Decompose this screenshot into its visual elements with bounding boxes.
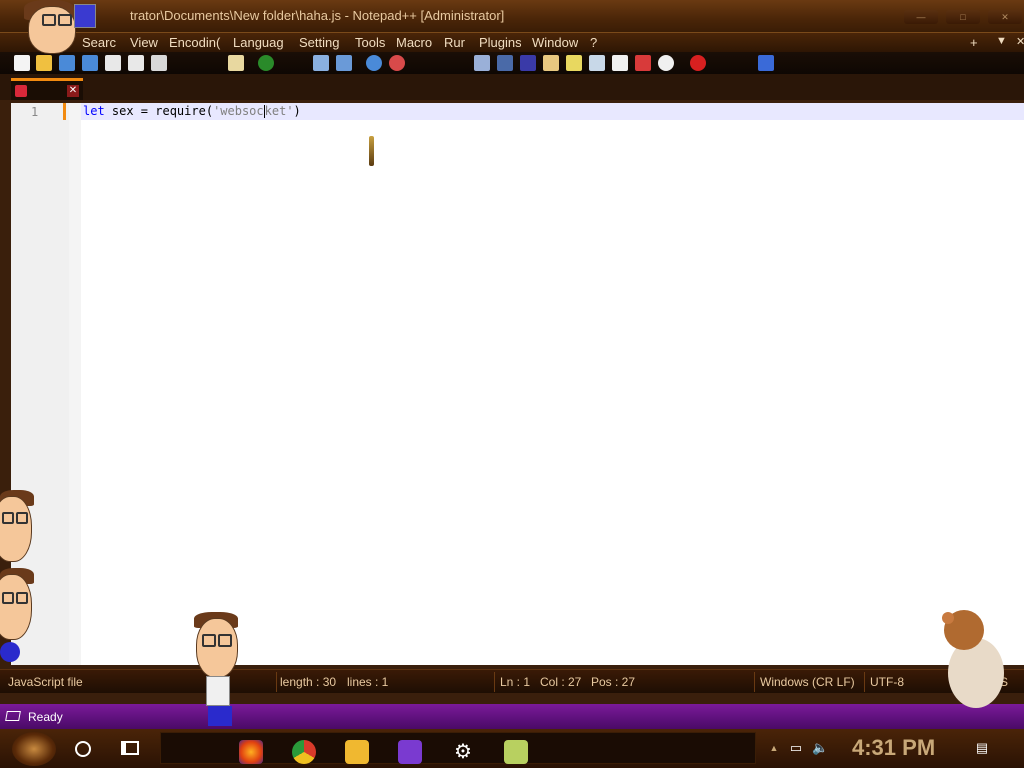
tab-strip: ✕ (0, 74, 1024, 100)
cartoon-character-left (0, 490, 38, 670)
settings-icon[interactable]: ⚙ (451, 740, 475, 764)
replace-icon[interactable] (336, 55, 352, 71)
tab-list-dropdown[interactable]: ▼ (996, 35, 1007, 47)
menu-language[interactable]: Languag (233, 35, 287, 50)
status-bar: JavaScript file length : 30 lines : 1 Ln… (0, 669, 1024, 693)
visual-studio-icon[interactable] (398, 740, 422, 764)
file-explorer-icon[interactable] (345, 740, 369, 764)
fold-margin[interactable] (69, 103, 81, 665)
menu-view[interactable]: View (130, 35, 160, 50)
new-file-icon[interactable] (14, 55, 30, 71)
unsaved-icon (15, 85, 27, 97)
status-divider (754, 672, 755, 692)
cortana-icon[interactable] (75, 741, 91, 757)
desktop: trator\Documents\New folder\haha.js - No… (0, 0, 1024, 768)
firefox-icon[interactable] (239, 740, 263, 764)
menu-encoding[interactable]: Encodin( (169, 35, 221, 50)
task-view-icon[interactable] (121, 741, 139, 755)
code-keyword: let (83, 104, 105, 118)
doc-map-icon[interactable] (566, 55, 582, 71)
change-marker (63, 103, 66, 120)
start-button[interactable] (12, 732, 56, 766)
menu-settings[interactable]: Setting (299, 35, 344, 50)
function-list-icon[interactable] (612, 55, 628, 71)
code-line[interactable]: let sex = require('websocket') (83, 104, 301, 118)
code-plain: sex = require( (104, 104, 214, 118)
code-plain-close: ) (293, 104, 301, 118)
close-tab-button[interactable]: ✕ (1016, 35, 1024, 48)
code-string-start: 'websoc (213, 104, 264, 118)
open-file-icon[interactable] (36, 55, 52, 71)
menu-tools[interactable]: Tools (355, 35, 385, 50)
menu-plugins[interactable]: Plugins (479, 35, 521, 50)
ready-icon (5, 711, 21, 721)
print-icon[interactable] (151, 55, 167, 71)
status-file-type: JavaScript file (8, 675, 83, 689)
doc-list-icon[interactable] (589, 55, 605, 71)
title-bar[interactable]: trator\Documents\New folder\haha.js - No… (0, 0, 1024, 32)
zoom-out-icon[interactable] (389, 55, 405, 71)
editor-pane[interactable]: 1 let sex = require('websocket') (11, 103, 1024, 665)
new-tab-plus-button[interactable]: + (970, 35, 978, 50)
status-divider (494, 672, 495, 692)
pinned-apps-bar: ⚙ (160, 732, 756, 764)
status-divider (864, 672, 865, 692)
menu-bar: Searc View Encodin( Languag Setting Tool… (0, 32, 1024, 52)
save-all-icon[interactable] (82, 55, 98, 71)
indent-guide-icon[interactable] (520, 55, 536, 71)
paste-icon[interactable] (228, 55, 244, 71)
clock[interactable]: 4:31 PM (852, 735, 935, 761)
status-encoding[interactable]: UTF-8 (870, 675, 904, 689)
maximize-button[interactable]: □ (946, 10, 980, 24)
run-macro-multiple-icon[interactable] (758, 55, 774, 71)
taskbar: ⚙ ▲ ▭ 🔈 4:31 PM ▤ (0, 729, 1024, 768)
close-button[interactable]: ✕ (988, 10, 1022, 24)
find-icon[interactable] (313, 55, 329, 71)
menu-macro[interactable]: Macro (396, 35, 432, 50)
show-all-chars-icon[interactable] (497, 55, 513, 71)
monitoring-icon[interactable] (658, 55, 674, 71)
notification-icon[interactable]: ▤ (974, 740, 990, 756)
redo-icon[interactable] (258, 55, 274, 71)
menu-window[interactable]: Window (532, 35, 578, 50)
status-column: Col : 27 (540, 675, 582, 689)
tab-close-icon[interactable]: ✕ (67, 85, 79, 97)
window-title: trator\Documents\New folder\haha.js - No… (130, 8, 505, 23)
tab-haha-js[interactable]: ✕ (11, 78, 83, 100)
ready-bar: Ready (0, 704, 1024, 729)
cartoon-character-top (14, 0, 96, 56)
menu-help[interactable]: ? (590, 35, 600, 50)
status-position: Pos : 27 (591, 675, 636, 689)
folder-workspace-icon[interactable] (635, 55, 651, 71)
line-number: 1 (31, 105, 39, 119)
ready-text: Ready (28, 710, 63, 724)
menu-run[interactable]: Rur (444, 35, 466, 50)
chrome-icon[interactable] (292, 740, 316, 764)
status-lines: lines : 1 (347, 675, 389, 689)
close-all-icon[interactable] (128, 55, 144, 71)
mouse-pointer-icon (369, 136, 374, 166)
toolbar (0, 52, 1024, 74)
hamster-image (942, 610, 1004, 708)
volume-icon[interactable]: 🔈 (812, 740, 828, 756)
word-wrap-icon[interactable] (474, 55, 490, 71)
zoom-in-icon[interactable] (366, 55, 382, 71)
udl-icon[interactable] (543, 55, 559, 71)
close-file-icon[interactable] (105, 55, 121, 71)
status-eol[interactable]: Windows (CR LF) (760, 675, 855, 689)
status-length: length : 30 (280, 675, 337, 689)
code-string-end: ket' (264, 104, 294, 118)
cartoon-character-bottom (190, 612, 246, 728)
status-line: Ln : 1 (500, 675, 531, 689)
tray-overflow-icon[interactable]: ▲ (766, 740, 782, 756)
notepadpp-icon[interactable] (504, 740, 528, 764)
record-macro-icon[interactable] (690, 55, 706, 71)
status-divider (276, 672, 277, 692)
network-icon[interactable]: ▭ (788, 740, 804, 756)
minimize-button[interactable]: — (904, 10, 938, 24)
save-icon[interactable] (59, 55, 75, 71)
